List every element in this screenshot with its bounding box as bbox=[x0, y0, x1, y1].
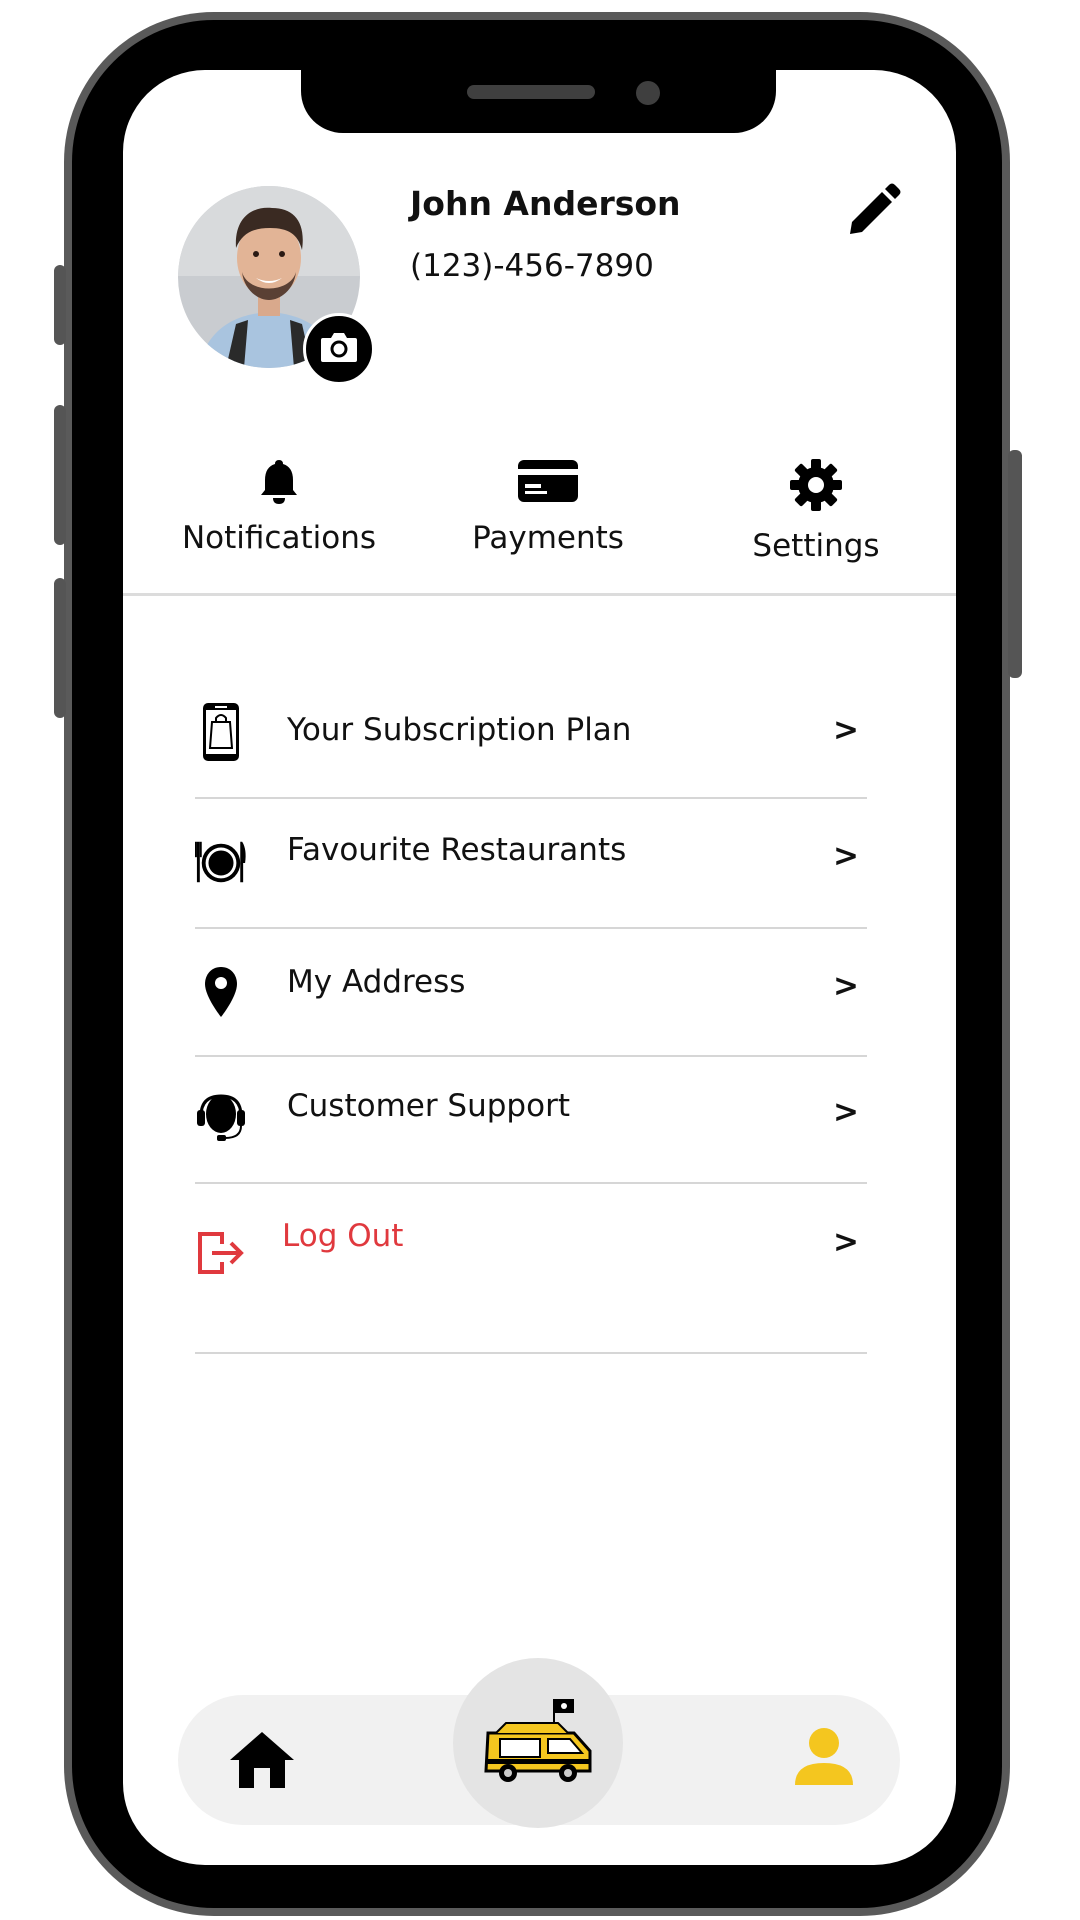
menu-item-subscription[interactable]: Your Subscription Plan > bbox=[195, 700, 867, 820]
food-truck-icon bbox=[478, 1693, 598, 1793]
bell-icon bbox=[174, 458, 384, 508]
home-icon[interactable] bbox=[228, 1730, 296, 1794]
notifications-label: Notifications bbox=[181, 520, 377, 556]
user-phone: (123)-456-7890 bbox=[410, 248, 654, 284]
user-icon[interactable] bbox=[793, 1727, 855, 1791]
menu-label-logout: Log Out bbox=[282, 1218, 404, 1254]
menu-separator bbox=[195, 797, 867, 799]
app-screen: John Anderson (123)-456-7890 Notificatio… bbox=[123, 70, 956, 1865]
section-divider bbox=[123, 593, 956, 596]
chevron-right-icon: > bbox=[833, 712, 859, 748]
chevron-right-icon: > bbox=[833, 1094, 859, 1130]
menu-label-customer-support: Customer Support bbox=[287, 1088, 570, 1124]
settings-button[interactable]: Settings bbox=[711, 458, 921, 564]
notch bbox=[301, 70, 776, 133]
menu-separator bbox=[195, 927, 867, 929]
headset-icon bbox=[195, 1086, 247, 1150]
chevron-right-icon: > bbox=[833, 968, 859, 1004]
pencil-icon bbox=[846, 183, 902, 242]
menu-item-favourite-restaurants[interactable]: Favourite Restaurants > bbox=[195, 830, 867, 950]
chevron-right-icon: > bbox=[833, 1224, 859, 1260]
change-photo-button[interactable] bbox=[303, 313, 375, 385]
volume-down-button bbox=[54, 578, 66, 718]
menu-label-address: My Address bbox=[287, 964, 466, 1000]
menu-label-subscription: Your Subscription Plan bbox=[287, 712, 632, 748]
front-camera bbox=[636, 81, 660, 105]
phone-shopping-bag-icon bbox=[195, 700, 247, 764]
notifications-button[interactable]: Notifications bbox=[174, 458, 384, 556]
volume-up-button bbox=[54, 405, 66, 545]
menu-label-favourite-restaurants: Favourite Restaurants bbox=[287, 832, 627, 868]
menu-item-logout[interactable]: Log Out > bbox=[195, 1216, 867, 1354]
chevron-right-icon: > bbox=[833, 838, 859, 874]
menu-separator bbox=[195, 1182, 867, 1184]
camera-icon bbox=[319, 330, 359, 368]
menu-item-customer-support[interactable]: Customer Support > bbox=[195, 1086, 867, 1206]
plate-cutlery-icon bbox=[195, 830, 247, 894]
map-pin-icon bbox=[195, 960, 247, 1024]
gear-icon bbox=[711, 458, 921, 516]
credit-card-icon bbox=[443, 458, 653, 508]
payments-button[interactable]: Payments bbox=[443, 458, 653, 556]
mute-switch bbox=[54, 265, 66, 345]
payments-label: Payments bbox=[472, 520, 624, 556]
menu-item-address[interactable]: My Address > bbox=[195, 960, 867, 1080]
menu-separator bbox=[195, 1352, 867, 1354]
edit-profile-button[interactable] bbox=[846, 182, 902, 238]
speaker-grill bbox=[467, 85, 595, 99]
settings-label: Settings bbox=[752, 528, 880, 564]
food-truck-button[interactable] bbox=[453, 1658, 623, 1828]
user-name: John Anderson bbox=[410, 184, 681, 223]
logout-icon bbox=[195, 1221, 247, 1285]
power-button bbox=[1008, 450, 1022, 678]
menu-separator bbox=[195, 1055, 867, 1057]
